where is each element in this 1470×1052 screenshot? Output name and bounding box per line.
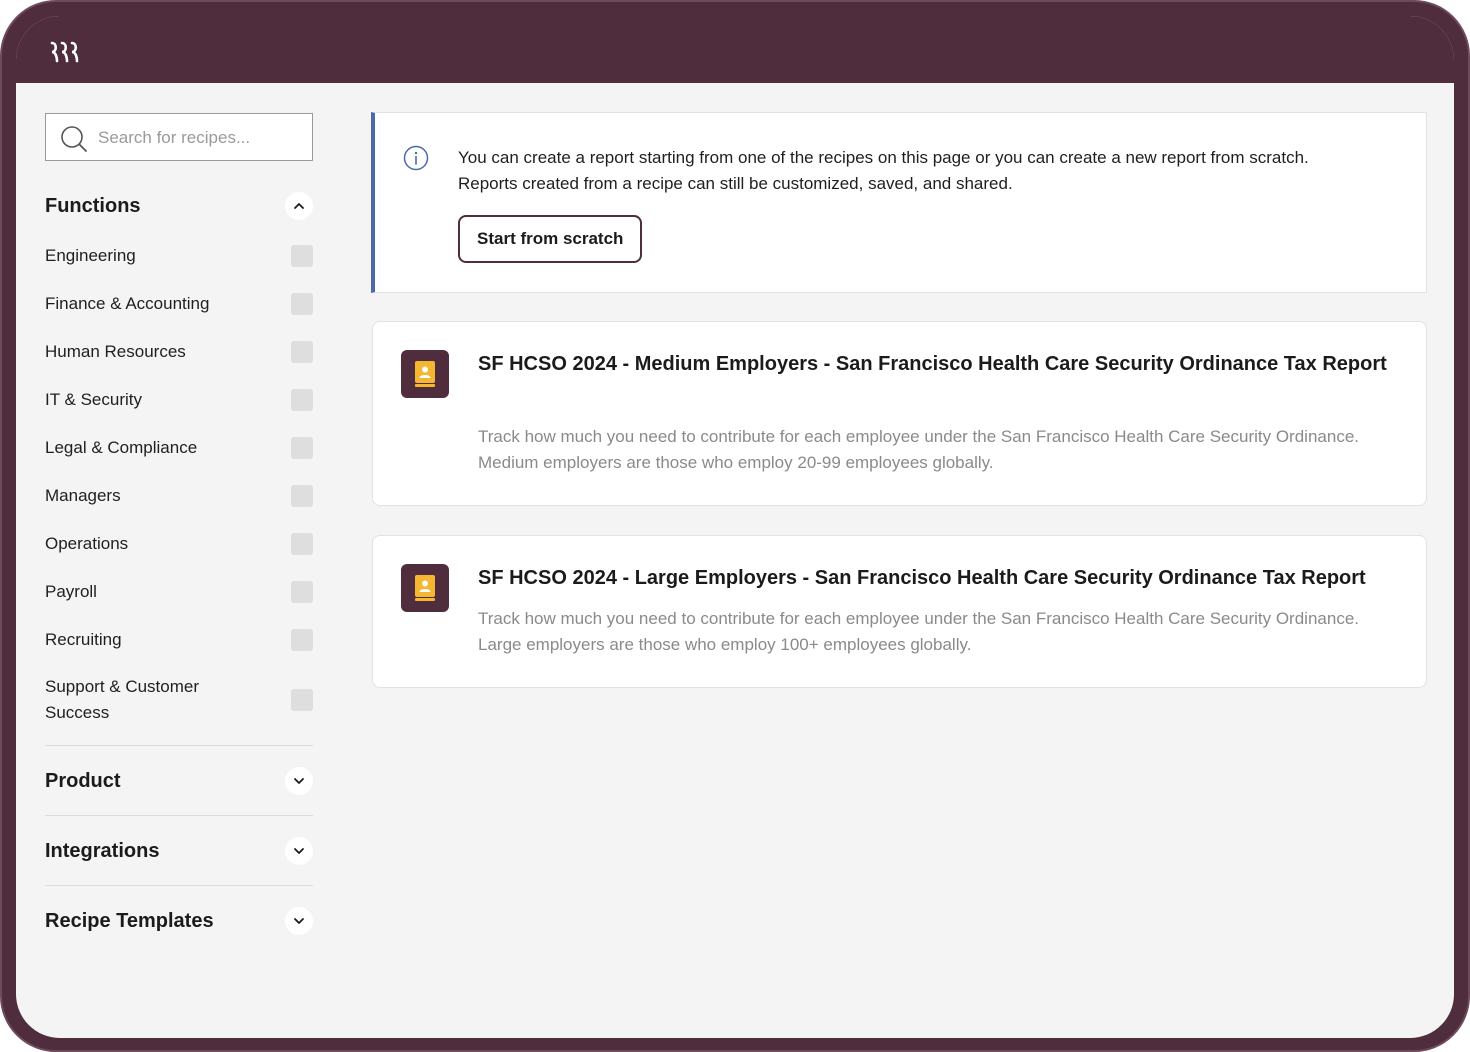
function-item-recruiting[interactable]: Recruiting (45, 627, 313, 653)
contact-book-icon (415, 361, 435, 387)
function-label: Managers (45, 486, 121, 505)
function-item-operations[interactable]: Operations (45, 531, 313, 557)
recipe-description: Track how much you need to contribute fo… (478, 609, 1359, 654)
product-title: Product (45, 769, 121, 792)
info-line-1: You can create a report starting from on… (458, 148, 1309, 167)
section-divider (45, 885, 313, 886)
function-label: Finance & Accounting (45, 294, 210, 313)
recipe-card[interactable]: SF HCSO 2024 - Medium Employers - San Fr… (372, 321, 1427, 506)
info-banner: You can create a report starting from on… (371, 112, 1427, 293)
function-item-it-security[interactable]: IT & Security (45, 387, 313, 413)
function-label: Recruiting (45, 630, 122, 649)
function-label: Human Resources (45, 342, 186, 361)
chevron-down-icon[interactable] (285, 767, 313, 795)
top-bar (16, 16, 1454, 83)
search-input[interactable] (96, 122, 310, 154)
function-checkbox[interactable] (291, 437, 313, 459)
function-label: Legal & Compliance (45, 438, 198, 457)
function-item-engineering[interactable]: Engineering (45, 243, 313, 269)
recipe-icon-tile (401, 350, 449, 398)
function-item-human-resources[interactable]: Human Resources (45, 339, 313, 365)
function-checkbox[interactable] (291, 389, 313, 411)
product-section-header[interactable]: Product (45, 766, 313, 796)
recipe-search-box[interactable] (45, 113, 313, 161)
chevron-down-icon[interactable] (285, 907, 313, 935)
section-divider (45, 745, 313, 746)
functions-title: Functions (45, 194, 141, 217)
function-label: Support & Customer Success (45, 677, 200, 722)
function-item-managers[interactable]: Managers (45, 483, 313, 509)
integrations-title: Integrations (45, 839, 160, 862)
rippling-logo[interactable] (49, 40, 81, 64)
recipe-title[interactable]: SF HCSO 2024 - Large Employers - San Fra… (478, 562, 1408, 595)
recipe-title[interactable]: SF HCSO 2024 - Medium Employers - San Fr… (478, 348, 1408, 381)
info-text: You can create a report starting from on… (458, 145, 1408, 197)
function-label: Engineering (45, 246, 136, 265)
start-from-scratch-button[interactable]: Start from scratch (458, 215, 643, 263)
recipe-card[interactable]: SF HCSO 2024 - Large Employers - San Fra… (372, 535, 1427, 688)
function-checkbox[interactable] (291, 581, 313, 603)
info-icon (403, 145, 429, 171)
function-label: Operations (45, 534, 129, 553)
function-label: IT & Security (45, 390, 142, 409)
contact-book-icon (415, 575, 435, 601)
chevron-up-icon[interactable] (285, 192, 313, 220)
function-checkbox[interactable] (291, 629, 313, 651)
function-checkbox[interactable] (291, 341, 313, 363)
function-item-finance-accounting[interactable]: Finance & Accounting (45, 291, 313, 317)
function-checkbox[interactable] (291, 485, 313, 507)
info-line-2: Reports created from a recipe can still … (458, 174, 1013, 193)
function-checkbox[interactable] (291, 245, 313, 267)
function-checkbox[interactable] (291, 293, 313, 315)
function-item-legal-compliance[interactable]: Legal & Compliance (45, 435, 313, 461)
function-item-payroll[interactable]: Payroll (45, 579, 313, 605)
function-item-support-customer-success[interactable]: Support & Customer Success (45, 674, 313, 726)
function-checkbox[interactable] (291, 533, 313, 555)
function-label: Payroll (45, 582, 97, 601)
app-screen: Functions Engineering Finance & Accounti… (16, 16, 1454, 1038)
section-divider (45, 815, 313, 816)
recipe-icon-tile (401, 564, 449, 612)
integrations-section-header[interactable]: Integrations (45, 836, 313, 866)
recipe-templates-section-header[interactable]: Recipe Templates (45, 906, 313, 936)
recipe-description: Track how much you need to contribute fo… (478, 427, 1359, 472)
functions-section-header[interactable]: Functions (45, 191, 313, 221)
device-frame: Functions Engineering Finance & Accounti… (0, 0, 1470, 1052)
function-checkbox[interactable] (291, 689, 313, 711)
recipe-templates-title: Recipe Templates (45, 909, 214, 932)
search-icon (61, 126, 87, 152)
chevron-down-icon[interactable] (285, 837, 313, 865)
